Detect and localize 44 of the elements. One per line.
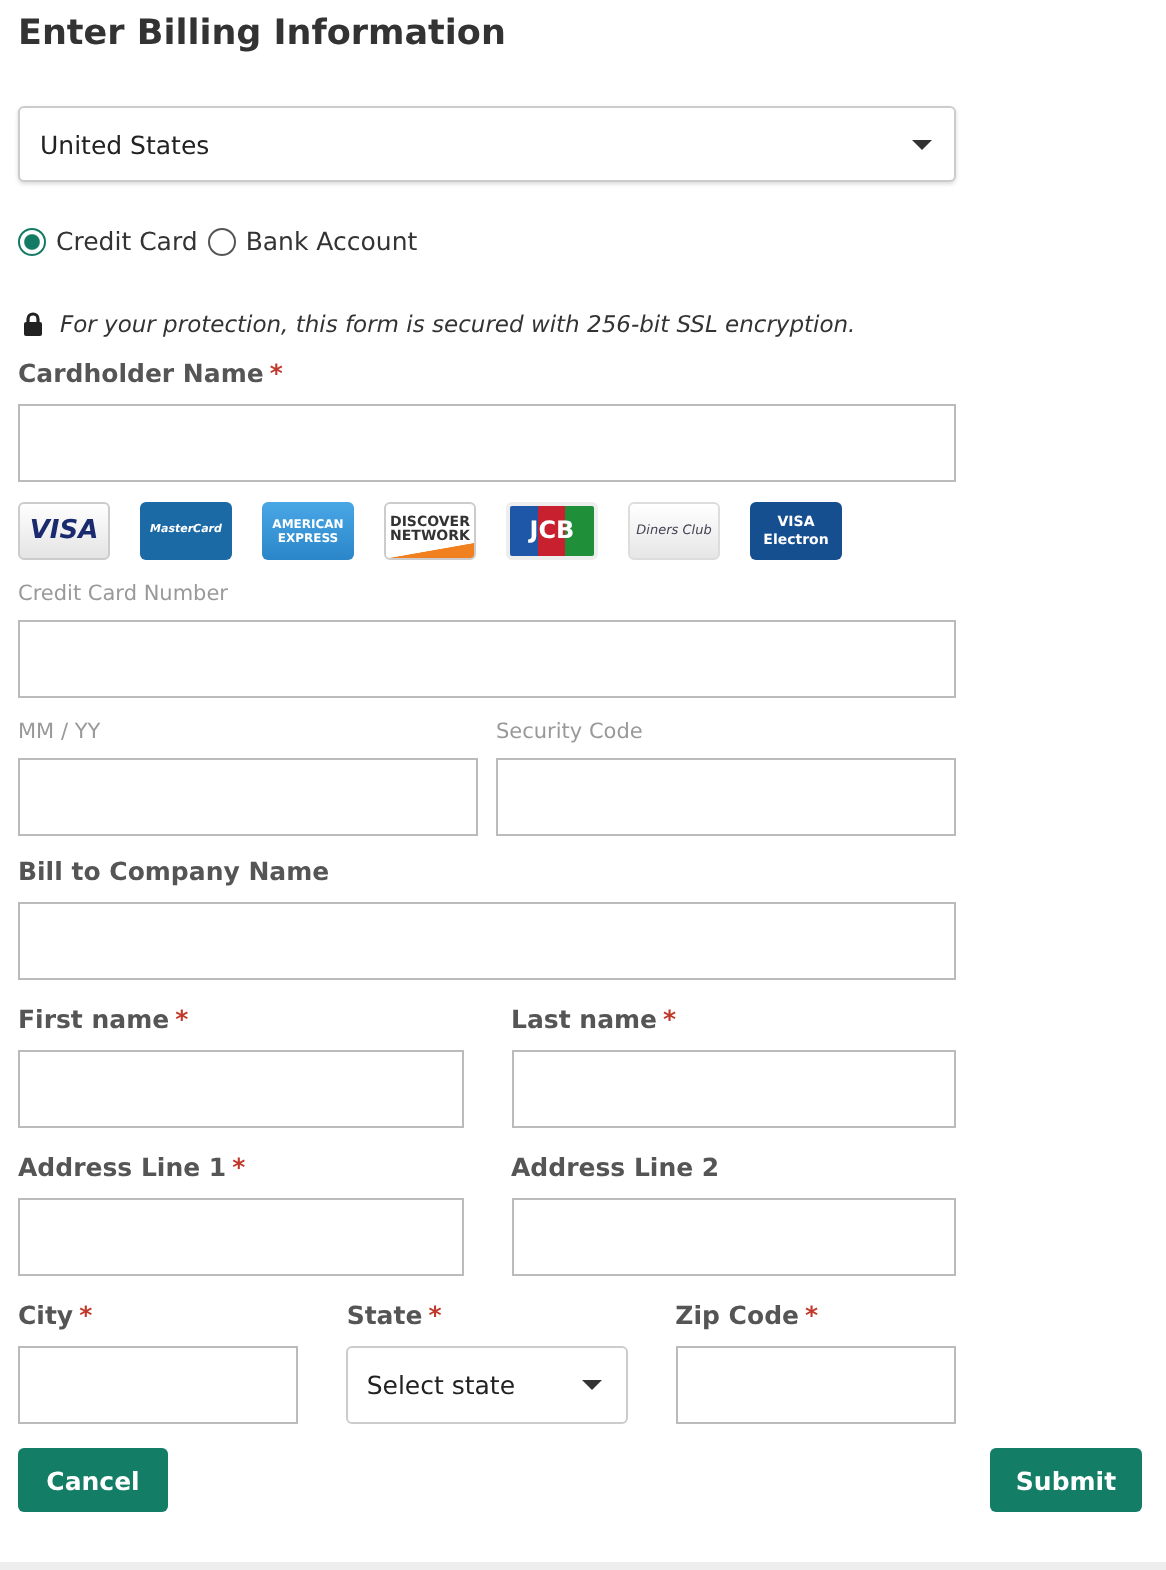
input-field[interactable] xyxy=(18,1346,299,1424)
input-field[interactable] xyxy=(18,404,956,482)
card-logo: VISA xyxy=(18,502,110,560)
page-title: Enter Billing Information xyxy=(18,12,508,56)
input-field[interactable] xyxy=(18,1198,463,1276)
field-label: Address Line 2 xyxy=(511,1152,720,1182)
country-select[interactable]: United States xyxy=(18,106,956,182)
required-mark: * xyxy=(269,358,283,388)
caret-icon xyxy=(581,1380,602,1390)
required-mark: * xyxy=(805,1300,819,1330)
input-field[interactable] xyxy=(18,758,478,836)
required-mark: * xyxy=(79,1300,93,1330)
input-field[interactable] xyxy=(18,620,956,698)
field-label: Last name xyxy=(511,1004,658,1034)
field-label: Security Code xyxy=(496,720,643,744)
field-label: Address Line 1 xyxy=(18,1152,227,1182)
radio-label[interactable]: Credit Card xyxy=(56,226,198,256)
input-field[interactable] xyxy=(511,1198,956,1276)
input-field[interactable] xyxy=(18,1050,463,1128)
radio-label[interactable]: Bank Account xyxy=(245,226,418,256)
radio-button[interactable] xyxy=(207,227,236,255)
field-label: Credit Card Number xyxy=(18,582,228,606)
radio-button[interactable] xyxy=(18,227,46,255)
lock-icon xyxy=(24,312,42,336)
cancel-button[interactable]: Cancel xyxy=(18,1448,168,1512)
field-label: First name xyxy=(18,1004,170,1034)
required-mark: * xyxy=(663,1004,677,1034)
submit-button[interactable]: Submit xyxy=(990,1448,1142,1512)
state-select[interactable]: Select state xyxy=(346,1346,628,1424)
input-field[interactable] xyxy=(675,1346,956,1424)
input-field[interactable] xyxy=(18,902,956,980)
required-mark: * xyxy=(175,1004,189,1034)
input-field[interactable] xyxy=(511,1050,956,1128)
required-mark: * xyxy=(232,1152,246,1182)
field-label: State xyxy=(346,1300,423,1330)
required-mark: * xyxy=(428,1300,442,1330)
field-label: City xyxy=(18,1300,74,1330)
field-label: Cardholder Name xyxy=(18,358,264,388)
caret-icon xyxy=(912,139,932,149)
security-note: For your protection, this form is secured with 256-bit SSL encryption. xyxy=(60,310,856,338)
input-field[interactable] xyxy=(496,758,956,836)
field-label: Zip Code xyxy=(675,1300,799,1330)
field-label: Bill to Company Name xyxy=(18,856,330,886)
field-label: MM / YY xyxy=(18,720,101,744)
